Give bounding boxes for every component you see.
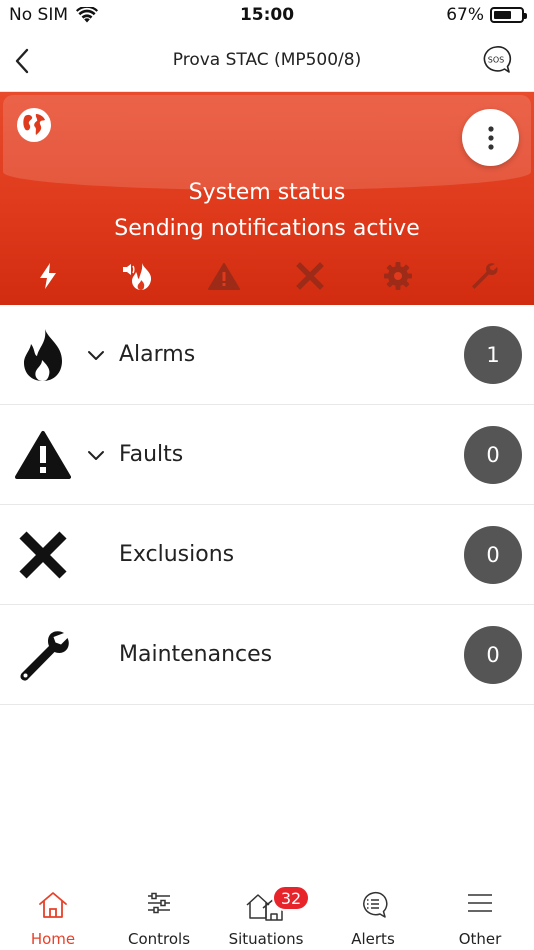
tab-controls[interactable]: Controls xyxy=(106,880,212,950)
more-options-button[interactable] xyxy=(462,109,519,166)
list-item-faults[interactable]: Faults 0 xyxy=(0,405,534,505)
status-icon-row xyxy=(0,260,534,292)
battery-icon xyxy=(490,7,527,23)
tab-label: Alerts xyxy=(351,930,395,948)
sos-icon[interactable]: SOS xyxy=(480,44,512,76)
tab-home[interactable]: Home xyxy=(0,880,106,950)
count-badge: 1 xyxy=(464,326,522,384)
event-category-list: Alarms 1 Faults 0 Exclusions 0 Maintenan… xyxy=(0,305,534,705)
menu-icon xyxy=(468,894,492,912)
more-vertical-icon xyxy=(487,125,494,150)
page-title: Prova STAC (MP500/8) xyxy=(172,50,362,70)
system-status-panel: System status Sending notifications acti… xyxy=(0,92,534,305)
flame-icon xyxy=(14,327,72,383)
chevron-down-icon[interactable] xyxy=(86,345,106,365)
count-badge: 0 xyxy=(464,626,522,684)
list-item-exclusions[interactable]: Exclusions 0 xyxy=(0,505,534,605)
warning-icon xyxy=(206,260,242,292)
warning-icon xyxy=(14,427,72,483)
status-title: System status xyxy=(188,180,346,205)
tab-alerts[interactable]: Alerts xyxy=(320,880,426,950)
alerts-badge: 32 xyxy=(272,885,310,911)
tab-other[interactable]: Other xyxy=(427,880,533,950)
count-badge: 0 xyxy=(464,526,522,584)
home-icon xyxy=(39,892,67,918)
tab-label: Home xyxy=(30,930,76,948)
svg-text:SOS: SOS xyxy=(488,56,504,65)
navigation-bar: Prova STAC (MP500/8) SOS xyxy=(0,30,534,92)
tab-label: Controls xyxy=(127,930,191,948)
status-bar: No SIM 15:00 67% xyxy=(0,0,534,30)
row-label: Maintenances xyxy=(119,642,273,667)
sliders-icon xyxy=(148,892,170,914)
exclusion-icon xyxy=(292,260,328,292)
tab-label: Situations xyxy=(228,930,304,948)
globe-icon[interactable] xyxy=(16,107,52,143)
battery-percent: 67% xyxy=(446,5,484,25)
row-label: Faults xyxy=(119,442,184,467)
row-label: Exclusions xyxy=(119,542,235,567)
status-subtitle: Sending notifications active xyxy=(114,216,420,241)
count-badge: 0 xyxy=(464,426,522,484)
x-icon xyxy=(14,527,72,583)
wrench-icon xyxy=(14,627,72,683)
wrench-icon xyxy=(466,260,502,292)
fire-alarm-icon xyxy=(118,260,158,292)
tab-label: Other xyxy=(458,930,502,948)
power-icon xyxy=(30,260,66,292)
tab-bar: Home Controls Situations Alerts Other 32 xyxy=(0,880,534,950)
list-item-alarms[interactable]: Alarms 1 xyxy=(0,305,534,405)
list-item-maintenances[interactable]: Maintenances 0 xyxy=(0,605,534,705)
gear-icon xyxy=(380,260,416,292)
chat-list-icon xyxy=(363,891,388,918)
row-label: Alarms xyxy=(119,342,196,367)
chevron-down-icon[interactable] xyxy=(86,445,106,465)
